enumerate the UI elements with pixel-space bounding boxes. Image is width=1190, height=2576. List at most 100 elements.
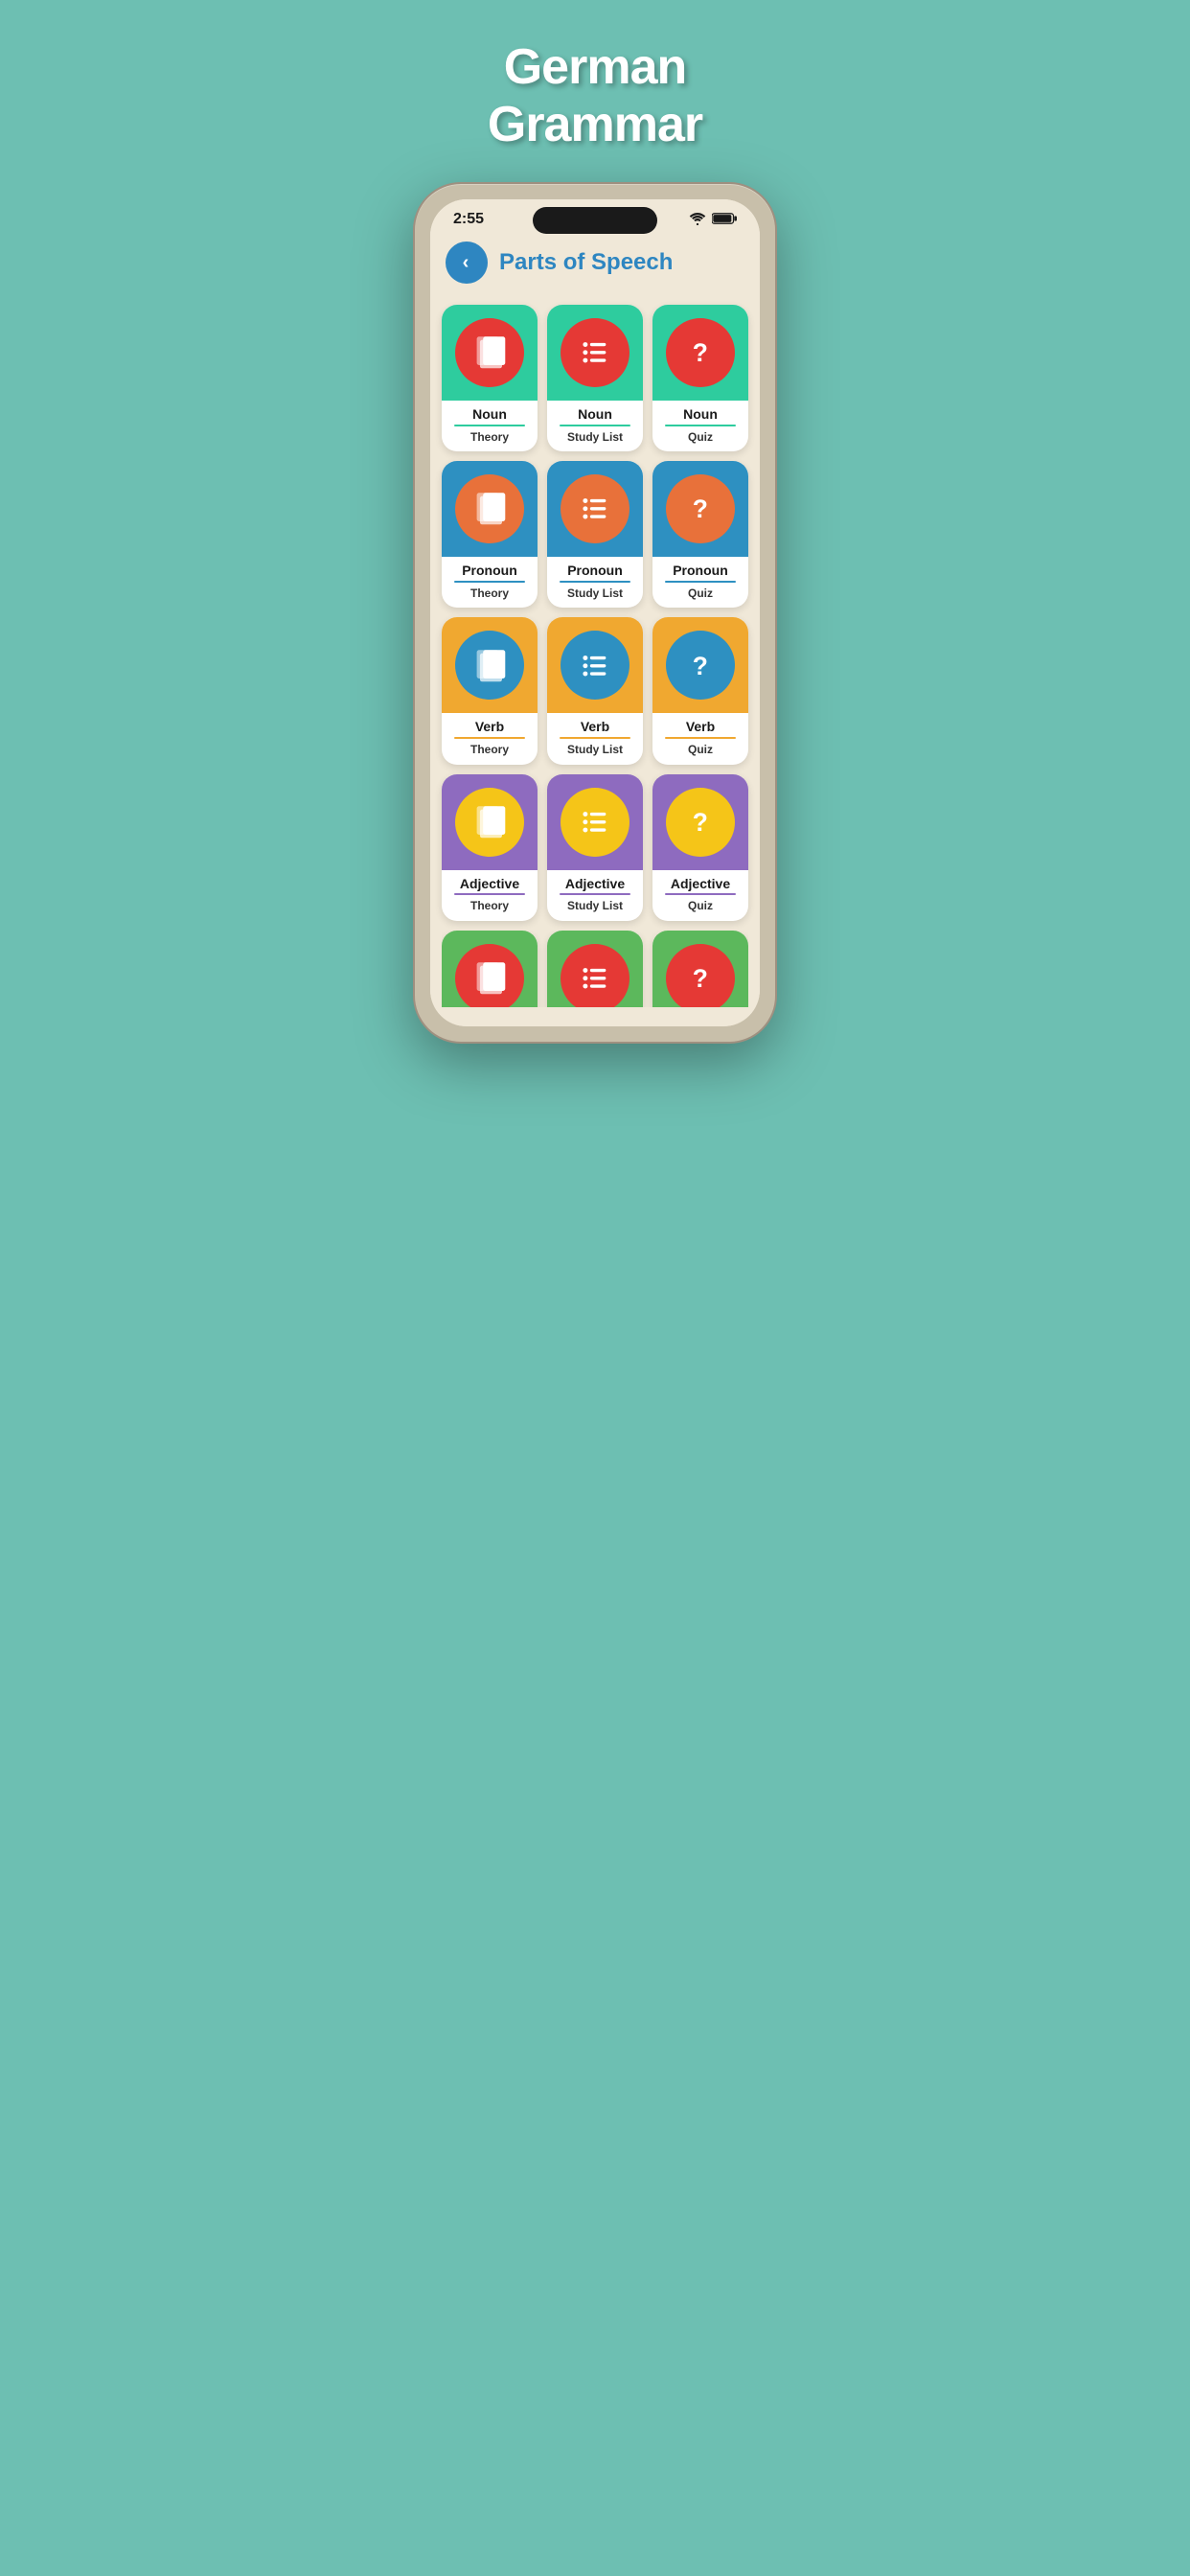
card-verb-quiz[interactable]: ? VerbQuiz <box>652 617 748 764</box>
card-label-verb-0: Verb Theory <box>442 713 538 764</box>
card-pronoun-study-list[interactable]: Pronoun Study List <box>547 461 643 608</box>
card-circle-verb-0 <box>455 631 524 700</box>
card-divider-verb-2 <box>665 737 736 739</box>
card-noun-quiz[interactable]: ? NounQuiz <box>652 305 748 451</box>
card-circle-verb-2: ? <box>666 631 735 700</box>
card-label-sub-verb-2: Quiz <box>656 743 744 756</box>
card-label-noun-2: NounQuiz <box>652 401 748 451</box>
card-icon-area-verb-2: ? <box>652 617 748 713</box>
card-label-sub-noun-0: Theory <box>446 430 534 444</box>
card-label-sub-adjective-0: Theory <box>446 899 534 912</box>
card-noun-study-list[interactable]: NounStudy List <box>547 305 643 451</box>
page-wrapper: German Grammar 2:55 <box>394 38 796 1044</box>
phone-frame: 2:55 <box>413 182 777 1044</box>
card-circle-noun-0 <box>455 318 524 387</box>
card-circle-bottom_peek-0 <box>455 944 524 1007</box>
card-adjective-study-list[interactable]: AdjectiveStudy List <box>547 774 643 921</box>
card-icon-area-pronoun-0 <box>442 461 538 557</box>
card-circle-pronoun-2: ? <box>666 474 735 543</box>
card-circle-bottom_peek-1 <box>561 944 629 1007</box>
card-noun-theory[interactable]: Noun Theory <box>442 305 538 451</box>
card-divider-adjective-2 <box>665 893 736 895</box>
card-divider-noun-0 <box>454 425 525 426</box>
card-label-main-pronoun-1: Pronoun <box>551 563 639 579</box>
card-icon-area-adjective-2: ? <box>652 774 748 870</box>
app-title: German Grammar <box>394 38 796 153</box>
card-icon-area-noun-2: ? <box>652 305 748 401</box>
card-bottom_peek-0[interactable] <box>442 931 538 1007</box>
card-label-adjective-0: AdjectiveTheory <box>442 870 538 921</box>
card-circle-pronoun-1 <box>561 474 629 543</box>
wifi-icon <box>689 212 706 228</box>
card-label-sub-verb-0: Theory <box>446 743 534 756</box>
phone-inner: 2:55 <box>430 199 760 1026</box>
card-label-pronoun-0: Pronoun Theory <box>442 557 538 608</box>
card-icon-area-noun-0 <box>442 305 538 401</box>
card-label-noun-0: Noun Theory <box>442 401 538 451</box>
card-label-adjective-2: Adjective Quiz <box>652 870 748 921</box>
card-bottom_peek-2[interactable]: ? <box>652 931 748 1007</box>
card-label-sub-pronoun-1: Study List <box>551 586 639 600</box>
card-circle-verb-1 <box>561 631 629 700</box>
svg-text:?: ? <box>693 338 708 367</box>
card-divider-pronoun-2 <box>665 581 736 583</box>
card-verb-study-list[interactable]: VerbStudy List <box>547 617 643 764</box>
card-pronoun-quiz[interactable]: ? PronounQuiz <box>652 461 748 608</box>
card-circle-noun-2: ? <box>666 318 735 387</box>
grid-row-verb: Verb Theory VerbStudy List ? VerbQuiz <box>442 617 748 764</box>
battery-icon <box>712 212 737 228</box>
card-pronoun-theory[interactable]: Pronoun Theory <box>442 461 538 608</box>
card-adjective-quiz[interactable]: ? Adjective Quiz <box>652 774 748 921</box>
card-label-main-verb-0: Verb <box>446 719 534 735</box>
card-divider-verb-0 <box>454 737 525 739</box>
card-label-sub-pronoun-0: Theory <box>446 586 534 600</box>
card-divider-noun-1 <box>560 425 630 426</box>
card-label-main-adjective-2: Adjective <box>656 876 744 892</box>
back-button[interactable]: ‹ <box>446 242 488 284</box>
card-divider-verb-1 <box>560 737 630 739</box>
card-label-sub-verb-1: Study List <box>551 743 639 756</box>
card-icon-area-pronoun-1 <box>547 461 643 557</box>
grid-row-adjective: AdjectiveTheory AdjectiveStudy List ? Ad… <box>442 774 748 921</box>
card-circle-adjective-1 <box>561 788 629 857</box>
status-icons <box>689 212 737 228</box>
card-icon-area-verb-0 <box>442 617 538 713</box>
content-area: Noun Theory NounStudy List ? NounQuiz Pro… <box>430 297 760 1026</box>
card-label-sub-noun-2: Quiz <box>656 430 744 444</box>
card-bottom_peek-1[interactable] <box>547 931 643 1007</box>
card-icon-area-bottom_peek-2: ? <box>652 931 748 1007</box>
card-divider-pronoun-1 <box>560 581 630 583</box>
grid-row-bottom_peek: ? <box>442 931 748 1007</box>
card-icon-area-bottom_peek-0 <box>442 931 538 1007</box>
svg-text:?: ? <box>693 808 708 837</box>
card-verb-theory[interactable]: Verb Theory <box>442 617 538 764</box>
card-adjective-theory[interactable]: AdjectiveTheory <box>442 774 538 921</box>
card-label-pronoun-2: PronounQuiz <box>652 557 748 608</box>
card-divider-adjective-1 <box>560 893 630 895</box>
nav-bar: ‹ Parts of Speech <box>430 232 760 297</box>
back-arrow-icon: ‹ <box>463 253 469 272</box>
card-label-noun-1: NounStudy List <box>547 401 643 451</box>
card-label-verb-2: VerbQuiz <box>652 713 748 764</box>
card-circle-bottom_peek-2: ? <box>666 944 735 1007</box>
nav-title: Parts of Speech <box>499 249 673 276</box>
card-label-verb-1: VerbStudy List <box>547 713 643 764</box>
card-circle-noun-1 <box>561 318 629 387</box>
card-divider-noun-2 <box>665 425 736 426</box>
grid-row-noun: Noun Theory NounStudy List ? NounQuiz <box>442 305 748 451</box>
card-circle-adjective-0 <box>455 788 524 857</box>
card-icon-area-bottom_peek-1 <box>547 931 643 1007</box>
grid-row-pronoun: Pronoun Theory Pronoun Study List ? Pronou… <box>442 461 748 608</box>
card-label-main-pronoun-0: Pronoun <box>446 563 534 579</box>
card-label-sub-noun-1: Study List <box>551 430 639 444</box>
card-label-main-noun-0: Noun <box>446 406 534 423</box>
card-label-sub-adjective-2: Quiz <box>656 899 744 912</box>
card-circle-adjective-2: ? <box>666 788 735 857</box>
card-icon-area-adjective-1 <box>547 774 643 870</box>
card-divider-pronoun-0 <box>454 581 525 583</box>
card-circle-pronoun-0 <box>455 474 524 543</box>
notch <box>533 207 657 234</box>
card-icon-area-adjective-0 <box>442 774 538 870</box>
card-label-main-adjective-1: Adjective <box>551 876 639 892</box>
card-icon-area-noun-1 <box>547 305 643 401</box>
